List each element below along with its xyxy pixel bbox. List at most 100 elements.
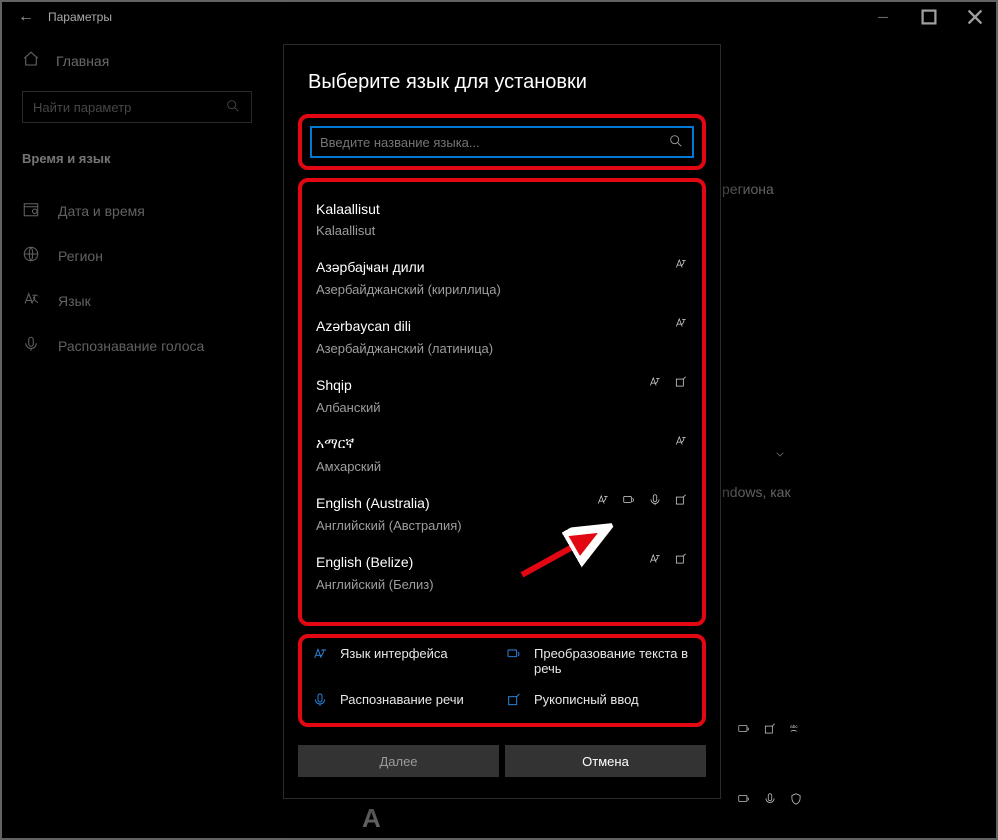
- language-feature-icons: [674, 257, 688, 276]
- legend-handwriting: Рукописный ввод: [506, 692, 692, 711]
- language-name: Azərbaycan dili: [316, 318, 411, 334]
- mic-icon: [648, 493, 662, 512]
- annotation-search-highlight: [298, 114, 706, 170]
- language-name: Shqip: [316, 377, 352, 393]
- abc-icon: abc: [789, 722, 803, 741]
- language-feature-icons: [674, 316, 688, 335]
- sidebar-home-label: Главная: [56, 53, 109, 69]
- hand-icon: [674, 375, 688, 394]
- next-button[interactable]: Далее: [298, 745, 499, 777]
- language-subtitle: Азербайджанский (латиница): [316, 341, 688, 356]
- language-icon: [22, 290, 40, 311]
- home-icon: [22, 50, 40, 71]
- dropdown-chevron[interactable]: [750, 432, 810, 476]
- bg-letter-a: A: [362, 803, 381, 834]
- mic-icon: [763, 792, 777, 811]
- sidebar-item-language[interactable]: Язык: [22, 278, 270, 323]
- language-dialog: Выберите язык для установки KalaallisutK…: [283, 44, 721, 799]
- annotation-list-highlight: Kalaallisut Kalaallisut Азәрбајҹан дили Азе…: [298, 178, 706, 626]
- minimize-button[interactable]: —: [860, 0, 906, 34]
- mic-icon: [22, 335, 40, 356]
- display-icon: [674, 316, 688, 335]
- bg-text-region: региона: [722, 181, 774, 197]
- sidebar-search[interactable]: Найти параметр: [22, 91, 252, 123]
- calendar-icon: [22, 200, 40, 221]
- hand-icon: [763, 722, 777, 741]
- shield-icon: [789, 792, 803, 811]
- sidebar-item-label: Дата и время: [58, 203, 145, 219]
- language-subtitle: Английский (Австралия): [316, 518, 688, 533]
- cancel-button[interactable]: Отмена: [505, 745, 706, 777]
- bg-icon-strip-2: [737, 792, 803, 811]
- language-item[interactable]: Kalaallisut Kalaallisut: [312, 192, 692, 248]
- window-title: Параметры: [48, 10, 860, 24]
- tts-icon: [737, 722, 751, 741]
- sidebar-item-region[interactable]: Регион: [22, 233, 270, 278]
- search-icon: [225, 98, 241, 117]
- language-subtitle: Английский (Белиз): [316, 577, 688, 592]
- language-feature-icons: [596, 493, 688, 512]
- back-button[interactable]: ←: [18, 8, 48, 26]
- language-list[interactable]: Kalaallisut Kalaallisut Азәрбајҹан дили Азе…: [312, 192, 692, 602]
- legend-label: Распознавание речи: [340, 692, 464, 707]
- language-feature-icons: [674, 434, 688, 453]
- sidebar-item-label: Регион: [58, 248, 103, 264]
- language-name: English (Belize): [316, 554, 413, 570]
- sidebar-item-datetime[interactable]: Дата и время: [22, 188, 270, 233]
- language-item[interactable]: English (Australia) Английский (Австралия…: [312, 484, 692, 543]
- sidebar-item-speech[interactable]: Распознавание голоса: [22, 323, 270, 368]
- language-search-field[interactable]: [320, 135, 668, 150]
- display-icon: [596, 493, 610, 512]
- language-subtitle: Амхарский: [316, 459, 688, 474]
- sidebar-home[interactable]: Главная: [22, 50, 270, 71]
- mic-icon: [312, 692, 330, 711]
- language-feature-icons: [648, 552, 688, 571]
- svg-text:abc: abc: [790, 724, 798, 729]
- language-item[interactable]: አማርኛ Амхарский: [312, 425, 692, 484]
- sidebar-search-placeholder: Найти параметр: [33, 100, 131, 115]
- display-icon: [674, 434, 688, 453]
- language-item[interactable]: Azərbaycan dili Азербайджанский (латиница…: [312, 307, 692, 366]
- language-subtitle: Азербайджанский (кириллица): [316, 282, 688, 297]
- bg-icon-strip-1: abc: [737, 722, 803, 741]
- language-feature-icons: [648, 375, 688, 394]
- legend-speech: Распознавание речи: [312, 692, 498, 711]
- globe-icon: [22, 245, 40, 266]
- handwriting-icon: [506, 692, 524, 711]
- display-language-icon: [312, 646, 330, 665]
- language-search-input[interactable]: [310, 126, 694, 158]
- display-icon: [674, 257, 688, 276]
- language-item[interactable]: English (Belize) Английский (Белиз): [312, 543, 692, 602]
- language-name: Азәрбајҹан дили: [316, 259, 425, 275]
- language-name: Kalaallisut: [316, 201, 380, 217]
- search-icon: [668, 133, 684, 152]
- language-item[interactable]: Shqip Албанский: [312, 366, 692, 425]
- language-item[interactable]: Азәрбајҹан дили Азербайджанский (кириллиц…: [312, 248, 692, 307]
- language-subtitle: Kalaallisut: [316, 223, 688, 238]
- annotation-legend-highlight: Язык интерфейса Преобразование текста в …: [298, 634, 706, 727]
- language-name: English (Australia): [316, 495, 430, 511]
- legend-label: Язык интерфейса: [340, 646, 448, 661]
- tts-icon: [506, 646, 524, 665]
- bg-text-windows: ndows, как: [722, 484, 791, 500]
- legend-label: Рукописный ввод: [534, 692, 639, 707]
- tts-icon: [622, 493, 636, 512]
- language-subtitle: Албанский: [316, 400, 688, 415]
- display-icon: [648, 552, 662, 571]
- sidebar-item-label: Распознавание голоса: [58, 338, 204, 354]
- feature-legend: Язык интерфейса Преобразование текста в …: [312, 646, 692, 711]
- language-name: አማርኛ: [316, 435, 354, 452]
- hand-icon: [674, 552, 688, 571]
- dialog-title: Выберите язык для установки: [284, 45, 720, 114]
- titlebar: ← Параметры —: [0, 0, 998, 34]
- tts-icon: [737, 792, 751, 811]
- sidebar-item-label: Язык: [58, 293, 91, 309]
- sidebar-group-title: Время и язык: [22, 151, 270, 166]
- display-icon: [648, 375, 662, 394]
- maximize-button[interactable]: [906, 0, 952, 34]
- legend-label: Преобразование текста в речь: [534, 646, 692, 676]
- close-button[interactable]: [952, 0, 998, 34]
- legend-display: Язык интерфейса: [312, 646, 498, 676]
- sidebar: Главная Найти параметр Время и язык Дата…: [0, 50, 270, 368]
- hand-icon: [674, 493, 688, 512]
